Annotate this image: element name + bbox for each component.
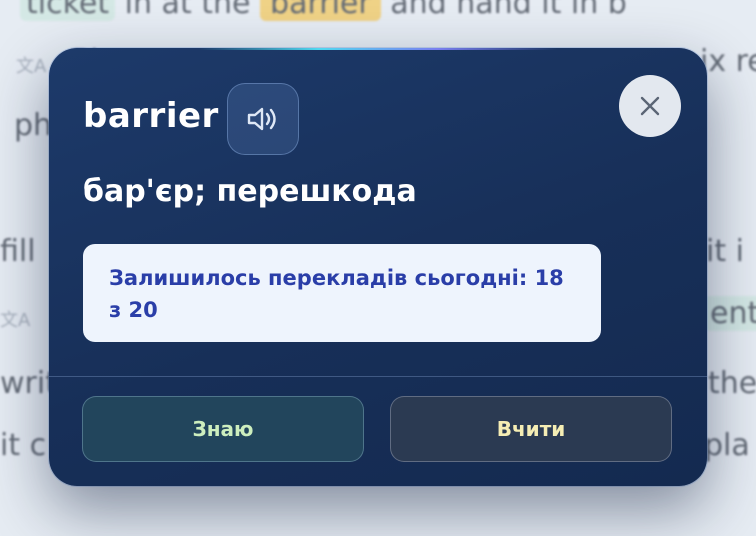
divider	[49, 376, 707, 377]
close-button[interactable]	[619, 75, 681, 137]
close-icon	[640, 96, 660, 116]
speaker-icon	[247, 107, 276, 131]
pronounce-button[interactable]	[227, 83, 299, 155]
translation-dialog: barrier бар'єр; перешкода Залишилось пер…	[49, 48, 707, 486]
know-button[interactable]: Знаю	[82, 396, 364, 462]
dialog-word: barrier	[83, 96, 219, 136]
learn-button[interactable]: Вчити	[390, 396, 672, 462]
translation-text: бар'єр; перешкода	[83, 174, 417, 209]
translation-quota-notice: Залишилось перекладів сьогодні: 18 з 20	[83, 244, 601, 342]
